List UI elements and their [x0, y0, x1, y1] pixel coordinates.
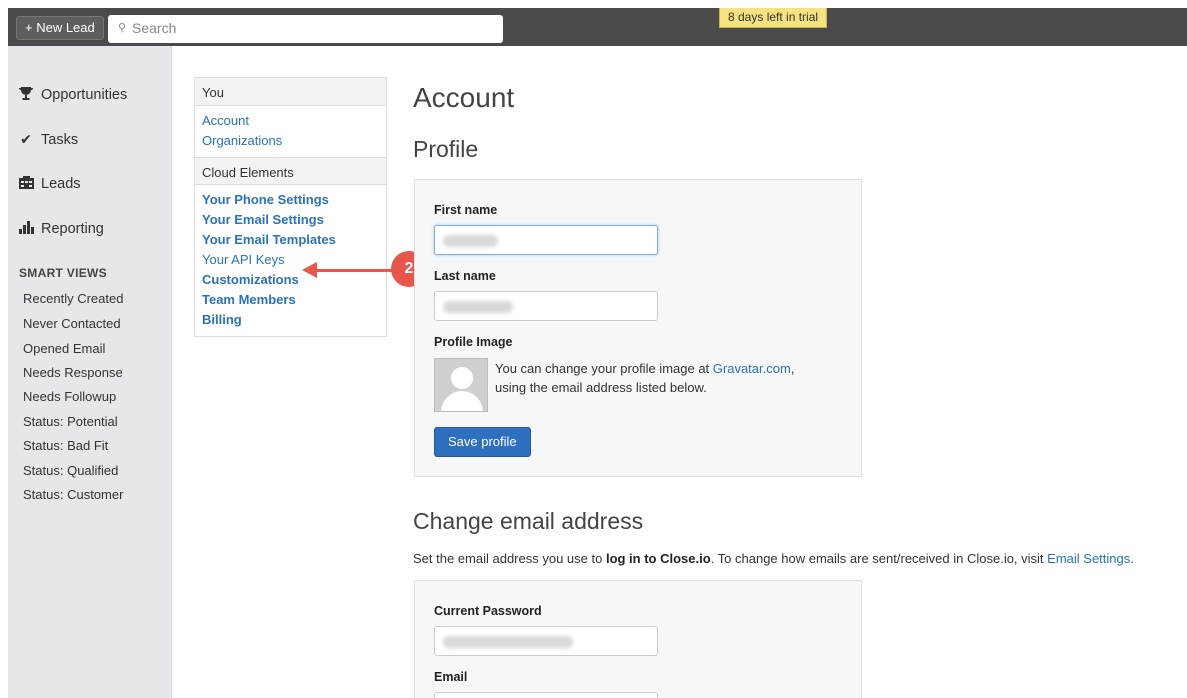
menu-link-customizations[interactable]: Customizations [202, 270, 379, 290]
search-input[interactable]: ⚲ Search [108, 15, 503, 43]
building-icon [18, 176, 34, 192]
gravatar-link[interactable]: Gravatar.com [713, 361, 791, 376]
email-settings-link[interactable]: Email Settings [1047, 551, 1130, 566]
sidebar-item-label: Opportunities [41, 87, 128, 103]
bar-chart-icon [18, 221, 34, 237]
last-name-field[interactable] [434, 291, 658, 321]
sidebar-item-reporting[interactable]: Reporting [18, 221, 104, 237]
smart-view-item[interactable]: Status: Bad Fit [23, 438, 108, 453]
checkmark-icon: ✔ [20, 131, 32, 147]
first-name-field[interactable] [434, 225, 658, 255]
search-placeholder: Search [132, 20, 177, 36]
smart-view-item[interactable]: Needs Followup [23, 389, 116, 404]
menu-link-api-keys[interactable]: Your API Keys [202, 250, 379, 270]
first-name-label: First name [434, 203, 498, 217]
top-bar: + New Lead ⚲ Search 8 days left in trial [8, 8, 1187, 46]
profile-panel: First name Last name Profile Image You c… [414, 179, 862, 477]
search-icon: ⚲ [118, 22, 127, 34]
sidebar-item-label: Leads [41, 176, 81, 192]
smart-views-heading: SMART VIEWS [19, 266, 107, 280]
menu-header-org: Cloud Elements [195, 157, 386, 185]
email-field[interactable] [434, 692, 658, 698]
smart-view-item[interactable]: Never Contacted [23, 316, 121, 331]
page-title: Account [413, 82, 515, 113]
menu-link-email-templates[interactable]: Your Email Templates [202, 230, 379, 250]
settings-menu: You Account Organizations Cloud Elements… [194, 77, 387, 337]
menu-link-organizations[interactable]: Organizations [202, 131, 379, 151]
current-password-label: Current Password [434, 604, 542, 618]
annotation-arrow-line [315, 269, 397, 272]
redacted-value [443, 301, 513, 313]
new-lead-button[interactable]: + New Lead [16, 16, 104, 40]
menu-link-account[interactable]: Account [202, 111, 379, 131]
menu-header-you: You [195, 78, 386, 106]
sidebar-item-opportunities[interactable]: Opportunities [18, 86, 127, 104]
smart-view-item[interactable]: Recently Created [23, 291, 123, 306]
redacted-value [443, 235, 498, 247]
menu-link-team-members[interactable]: Team Members [202, 290, 379, 310]
smart-view-item[interactable]: Status: Qualified [23, 463, 118, 478]
redacted-value [443, 636, 573, 648]
email-label: Email [434, 670, 468, 684]
gravatar-help-text: You can change your profile image at Gra… [495, 361, 795, 395]
menu-link-email-settings[interactable]: Your Email Settings [202, 210, 379, 230]
sidebar-item-label: Reporting [41, 221, 104, 237]
smart-view-item[interactable]: Opened Email [23, 341, 105, 356]
smart-view-item[interactable]: Needs Response [23, 365, 123, 380]
menu-group-you: Account Organizations [195, 106, 386, 157]
trophy-icon [18, 86, 34, 104]
profile-image-label: Profile Image [434, 335, 513, 349]
menu-link-phone-settings[interactable]: Your Phone Settings [202, 190, 379, 210]
trial-badge[interactable]: 8 days left in trial [719, 8, 828, 28]
sidebar-item-tasks[interactable]: ✔ Tasks [18, 131, 78, 148]
last-name-label: Last name [434, 269, 496, 283]
save-profile-button[interactable]: Save profile [434, 427, 531, 457]
smart-view-item[interactable]: Status: Potential [23, 414, 118, 429]
smart-view-item[interactable]: Status: Customer [23, 487, 123, 502]
menu-group-org: Your Phone Settings Your Email Settings … [195, 185, 386, 336]
change-email-description: Set the email address you use to log in … [413, 551, 1134, 566]
menu-link-billing[interactable]: Billing [202, 310, 379, 330]
sidebar-item-leads[interactable]: Leads [18, 176, 81, 192]
sidebar-item-label: Tasks [41, 131, 79, 148]
change-email-heading: Change email address [413, 508, 644, 534]
current-password-field[interactable] [434, 626, 658, 656]
change-email-panel: Current Password Email [414, 580, 862, 698]
avatar [434, 358, 488, 412]
sidebar: Opportunities ✔ Tasks Leads Reporting SM… [8, 46, 172, 698]
profile-heading: Profile [413, 136, 479, 162]
